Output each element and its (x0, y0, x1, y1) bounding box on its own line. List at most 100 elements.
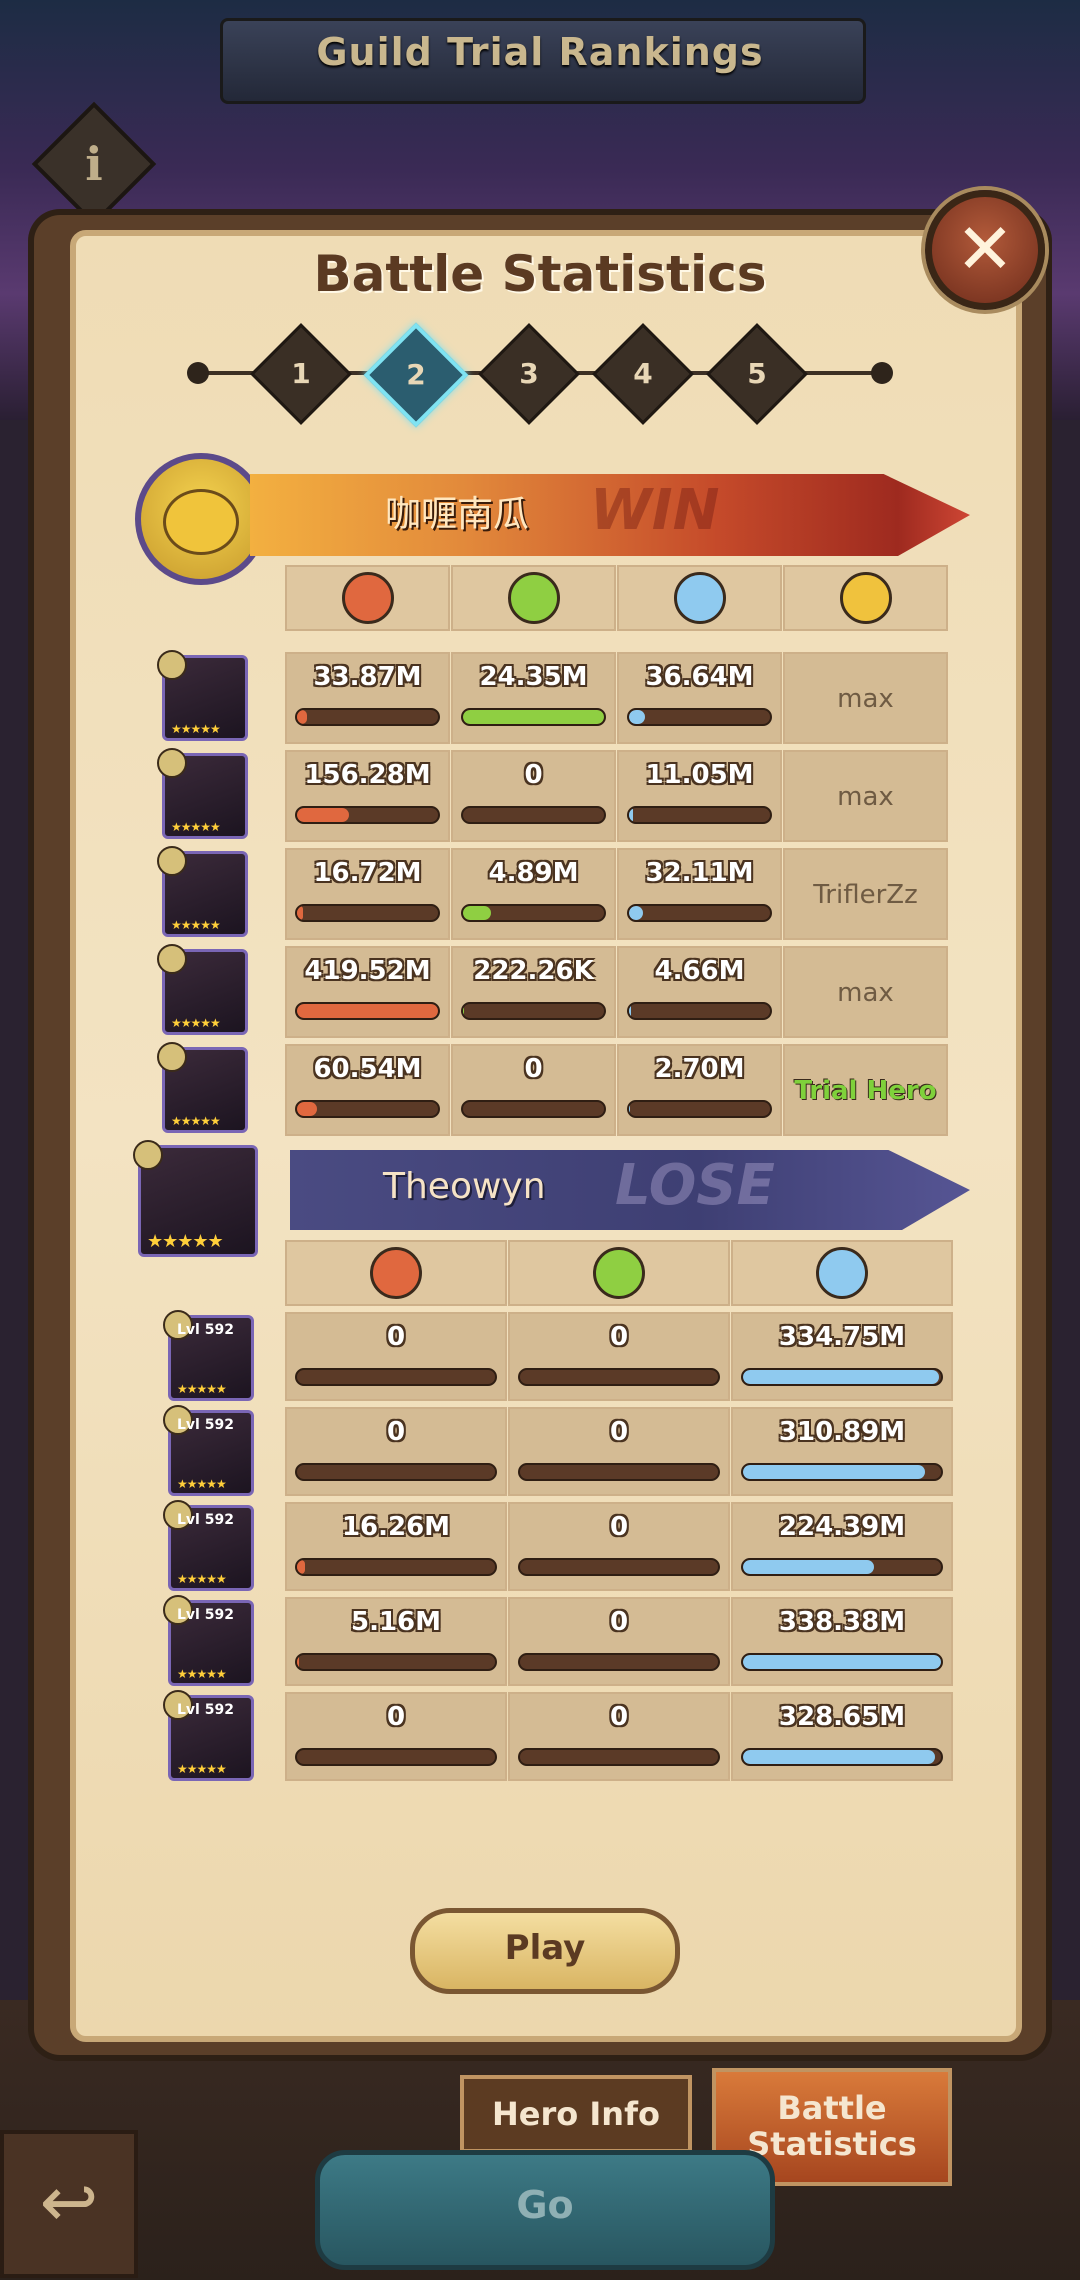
stat-cell: 419.52M (285, 946, 450, 1038)
mitigated-value: 224.39M (778, 1512, 906, 1542)
play-button[interactable]: Play (410, 1908, 680, 1994)
hero-owner: TriflerZz (813, 880, 918, 910)
damage-bar-fill (297, 710, 307, 724)
hero-owner: Trial Hero (794, 1076, 937, 1106)
player-avatar-b[interactable]: ★★★★★ (133, 1140, 258, 1257)
shield-icon (816, 1247, 868, 1299)
heal-value: 4.89M (488, 858, 579, 888)
hero-portrait[interactable]: ★★★★★ Lvl 592 (163, 1500, 254, 1591)
mitigated-bar (741, 1653, 943, 1671)
hero-portrait[interactable]: ★★★★★ Lvl 592 (163, 1405, 254, 1496)
mitigated-bar-fill (629, 808, 634, 822)
stepper-end-dot (871, 362, 893, 384)
damage-bar (295, 708, 440, 726)
stat-cell: 0 (508, 1692, 730, 1781)
stat-cell: 0 (508, 1312, 730, 1401)
mitigated-bar-fill (629, 906, 644, 920)
owner-cell: Trial Hero (783, 1044, 948, 1136)
stat-cell: 328.65M (731, 1692, 953, 1781)
hero-class-badge-icon (157, 846, 187, 876)
damage-value: 60.54M (313, 1054, 422, 1084)
heal-value: 0 (609, 1512, 629, 1542)
psyduck-avatar-icon (163, 489, 239, 555)
hero-owner: max (837, 684, 894, 714)
hero-owner: max (837, 782, 894, 812)
hero-portrait[interactable]: ★★★★★ Lvl 592 (163, 1595, 254, 1686)
hero-portrait[interactable]: ★★★★★ (157, 650, 248, 741)
hero-portrait[interactable]: ★★★★★ Lvl 592 (163, 1690, 254, 1781)
mitigated-bar (627, 1002, 772, 1020)
close-icon: ✕ (955, 208, 1015, 290)
damage-bar-fill (297, 906, 303, 920)
star-rating: ★★★★★ (177, 1477, 227, 1491)
damage-bar (295, 1558, 497, 1576)
player-name-a: 咖喱南瓜 (385, 494, 530, 535)
stat-cell: 156.28M (285, 750, 450, 842)
mitigated-bar (741, 1463, 943, 1481)
heal-icon (507, 572, 560, 624)
stat-cell: 0 (285, 1692, 507, 1781)
hero-portrait[interactable]: ★★★★★ (157, 1042, 248, 1133)
stat-cell: 5.16M (285, 1597, 507, 1686)
damage-value: 16.26M (341, 1512, 451, 1542)
stat-cell: 224.39M (731, 1502, 953, 1591)
damage-bar (295, 806, 440, 824)
mitigated-bar-fill (629, 710, 645, 724)
stat-cell: 33.87M (285, 652, 450, 744)
damage-bar (295, 1100, 440, 1118)
heal-value: 0 (524, 1054, 543, 1084)
damage-value: 0 (386, 1322, 406, 1352)
heal-value: 0 (609, 1322, 629, 1352)
damage-value: 0 (386, 1702, 406, 1732)
stat-cell: 0 (451, 750, 616, 842)
stat-cell: 2.70M (617, 1044, 782, 1136)
stat-cell: 0 (285, 1407, 507, 1496)
heal-bar-fill (463, 906, 492, 920)
damage-bar-fill (297, 1560, 305, 1574)
damage-value: 33.87M (313, 662, 422, 692)
back-arrow-icon: ↩ (39, 2161, 99, 2243)
stat-cell: 334.75M (731, 1312, 953, 1401)
stat-cell: 60.54M (285, 1044, 450, 1136)
mitigated-bar-fill (743, 1370, 940, 1384)
hero-portrait[interactable]: ★★★★★ (157, 944, 248, 1035)
mitigated-value: 32.11M (645, 858, 754, 888)
hero-portrait[interactable]: ★★★★★ Lvl 592 (163, 1310, 254, 1401)
star-rating: ★★★★★ (171, 1114, 221, 1128)
hero-level: Lvl 592 (177, 1702, 234, 1718)
star-rating: ★★★★★ (177, 1762, 227, 1776)
damage-bar-fill (297, 808, 350, 822)
hero-portrait[interactable]: ★★★★★ (157, 846, 248, 937)
stat-cell: 11.05M (617, 750, 782, 842)
damage-bar (295, 1002, 440, 1020)
mitigated-bar-fill (743, 1655, 941, 1669)
mitigated-bar-fill (743, 1560, 874, 1574)
stepper-start-dot (187, 362, 209, 384)
info-icon: i (85, 137, 103, 191)
back-button[interactable]: ↩ (0, 2130, 138, 2278)
heal-value: 0 (609, 1702, 629, 1732)
damage-bar (295, 1653, 497, 1671)
close-button[interactable]: ✕ (925, 190, 1045, 310)
stat-cell: 32.11M (617, 848, 782, 940)
hero-class-badge-icon (157, 1042, 187, 1072)
mitigated-value: 310.89M (778, 1417, 906, 1447)
attack-icon (341, 572, 394, 624)
tab-hero-info[interactable]: Hero Info (460, 2075, 692, 2153)
mitigated-bar-fill (743, 1750, 936, 1764)
go-button[interactable]: Go (315, 2150, 775, 2270)
player-name-b: Theowyn (383, 1166, 546, 1207)
hero-portrait[interactable]: ★★★★★ (157, 748, 248, 839)
attack-icon (370, 1247, 422, 1299)
damage-bar-fill (297, 1655, 300, 1669)
mitigated-bar (627, 708, 772, 726)
mitigated-bar (627, 904, 772, 922)
damage-bar (295, 904, 440, 922)
heal-bar (461, 806, 606, 824)
player-avatar-a[interactable] (135, 453, 267, 585)
heal-bar (461, 1100, 606, 1118)
lose-watermark: LOSE (615, 1153, 775, 1218)
hero-owner: max (837, 978, 894, 1008)
hero-level: Lvl 592 (177, 1607, 234, 1623)
star-rating: ★★★★★ (177, 1572, 227, 1586)
